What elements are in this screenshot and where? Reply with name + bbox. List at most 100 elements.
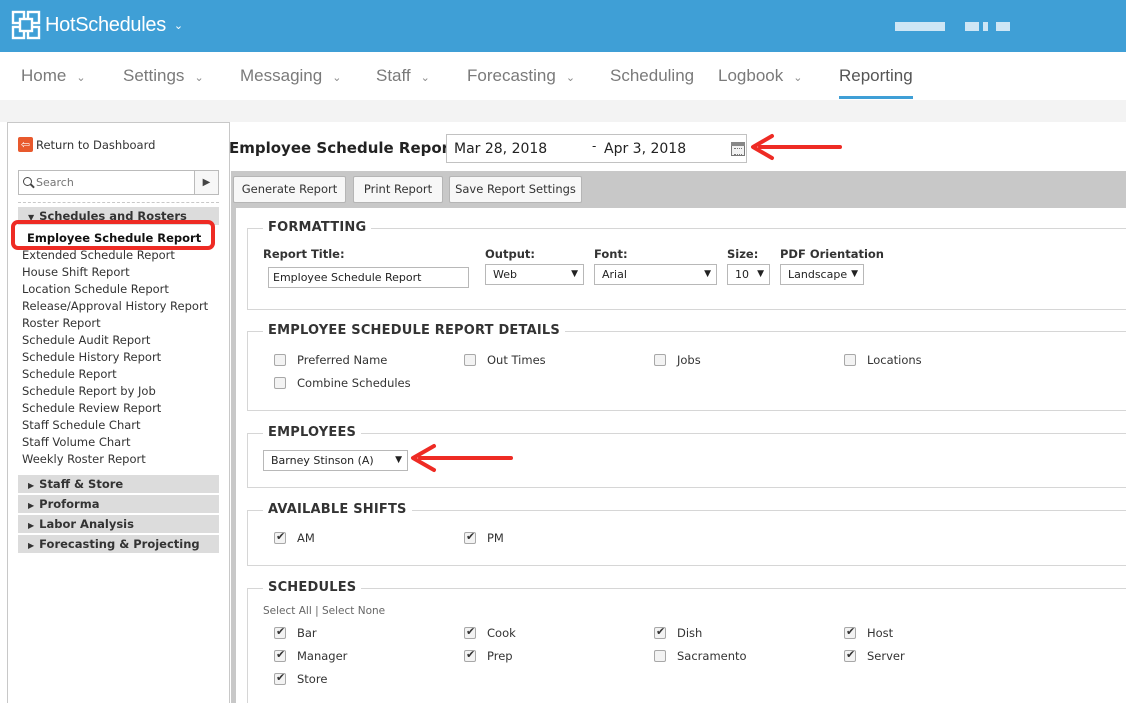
select-all-link[interactable]: Select All: [263, 605, 312, 617]
generate-report-button[interactable]: Generate Report: [233, 176, 346, 203]
nav-scheduling[interactable]: Scheduling: [610, 66, 694, 86]
out-times-label: Out Times: [487, 353, 546, 367]
sidebar-item-staff-volume-chart[interactable]: Staff Volume Chart: [22, 435, 130, 449]
calendar-icon[interactable]: [731, 142, 745, 156]
sidebar-item-employee-schedule-report[interactable]: Employee Schedule Report: [27, 231, 201, 245]
back-arrow-icon: ⇦: [18, 137, 33, 152]
divider: [18, 202, 219, 203]
sidebar-item-schedule-review-report[interactable]: Schedule Review Report: [22, 401, 161, 415]
group-forecasting-and-projecting[interactable]: ▶ Forecasting & Projecting: [18, 535, 219, 553]
sidebar-item-roster-report[interactable]: Roster Report: [22, 316, 101, 330]
nav-forecasting[interactable]: Forecasting ⌄: [467, 66, 575, 86]
group-proforma[interactable]: ▶ Proforma: [18, 495, 219, 513]
pm-shift-checkbox[interactable]: [464, 530, 476, 544]
pm-shift-label: PM: [487, 531, 504, 545]
preferred-name-checkbox[interactable]: [274, 354, 286, 366]
chevron-down-icon: ⌄: [565, 72, 576, 84]
date-range-picker[interactable]: Mar 28, 2018 - Apr 3, 2018: [446, 134, 747, 163]
font-select[interactable]: Arial ▼: [594, 264, 717, 285]
nav-logbook[interactable]: Logbook ⌄: [718, 66, 802, 86]
schedule-server-checkbox[interactable]: [844, 648, 856, 662]
schedule-cook-label: Cook: [487, 626, 516, 640]
report-title-input[interactable]: Employee Schedule Report: [268, 267, 469, 288]
caret-right-icon: ▶: [28, 541, 35, 550]
available-shifts-panel: [247, 510, 1126, 566]
out-times-checkbox[interactable]: [464, 354, 476, 366]
caret-right-icon: ▶: [28, 481, 35, 490]
schedule-dish-checkbox[interactable]: [654, 625, 666, 639]
size-select[interactable]: 10 ▼: [727, 264, 770, 285]
dropdown-arrow-icon: ▼: [571, 269, 578, 279]
sidebar-item-schedule-history-report[interactable]: Schedule History Report: [22, 350, 161, 364]
locations-checkbox[interactable]: [844, 354, 856, 366]
schedule-prep-label: Prep: [487, 649, 513, 663]
locations-label: Locations: [867, 353, 922, 367]
select-links: Select All | Select None: [263, 605, 385, 617]
end-date[interactable]: Apr 3, 2018: [604, 141, 686, 157]
logo-text: HotSchedules: [45, 13, 166, 36]
schedule-store-label: Store: [297, 672, 328, 686]
redacted-block: [965, 22, 979, 31]
print-report-button[interactable]: Print Report: [353, 176, 443, 203]
schedule-cook-checkbox[interactable]: [464, 625, 476, 639]
sidebar-item-weekly-roster-report[interactable]: Weekly Roster Report: [22, 452, 146, 466]
employee-select[interactable]: Barney Stinson (A) ▼: [263, 450, 408, 471]
user-account-menu[interactable]: [895, 22, 1014, 31]
report-sidebar: ⇦ Return to Dashboard ▶ ▼Schedules and R…: [7, 122, 230, 703]
sidebar-item-schedule-audit-report[interactable]: Schedule Audit Report: [22, 333, 150, 347]
jobs-checkbox[interactable]: [654, 354, 666, 366]
search-go-button[interactable]: ▶: [194, 171, 218, 194]
start-date[interactable]: Mar 28, 2018: [454, 141, 547, 157]
preferred-name-label: Preferred Name: [297, 353, 388, 367]
nav-settings[interactable]: Settings ⌄: [123, 66, 204, 86]
redacted-block: [996, 22, 1010, 31]
am-shift-checkbox[interactable]: [274, 530, 286, 544]
sidebar-item-location-schedule-report[interactable]: Location Schedule Report: [22, 282, 169, 296]
report-toolbar: Generate Report Print Report Save Report…: [231, 171, 1126, 208]
schedule-manager-checkbox[interactable]: [274, 648, 286, 662]
hotschedules-logo-icon: [11, 10, 41, 40]
available-shifts-title: AVAILABLE SHIFTS: [263, 502, 412, 517]
report-details-panel: [247, 331, 1126, 411]
group-labor-analysis[interactable]: ▶ Labor Analysis: [18, 515, 219, 533]
report-title-label: Report Title:: [263, 247, 345, 261]
app-logo-menu[interactable]: HotSchedules ⌄: [11, 10, 183, 40]
group-staff-and-store[interactable]: ▶ Staff & Store: [18, 475, 219, 493]
schedule-prep-checkbox[interactable]: [464, 648, 476, 662]
nav-reporting[interactable]: Reporting: [839, 66, 913, 86]
sidebar-item-release-approval-history-report[interactable]: Release/Approval History Report: [22, 299, 208, 313]
sidebar-item-schedule-report-by-job[interactable]: Schedule Report by Job: [22, 384, 156, 398]
save-report-settings-button[interactable]: Save Report Settings: [449, 176, 582, 203]
schedule-host-checkbox[interactable]: [844, 625, 856, 639]
return-to-dashboard-link[interactable]: ⇦ Return to Dashboard: [18, 137, 155, 152]
nav-home[interactable]: Home ⌄: [21, 66, 86, 86]
schedule-store-checkbox[interactable]: [274, 671, 286, 685]
sidebar-item-house-shift-report[interactable]: House Shift Report: [22, 265, 130, 279]
combine-schedules-label: Combine Schedules: [297, 376, 411, 390]
sidebar-item-schedule-report[interactable]: Schedule Report: [22, 367, 117, 381]
dropdown-arrow-icon: ▼: [757, 269, 764, 279]
sidebar-item-extended-schedule-report[interactable]: Extended Schedule Report: [22, 248, 175, 262]
return-label: Return to Dashboard: [36, 137, 156, 152]
annotation-arrow-employee: [411, 444, 513, 472]
dropdown-arrow-icon: ▼: [704, 269, 711, 279]
sidebar-search: ▶: [18, 170, 219, 195]
sidebar-item-staff-schedule-chart[interactable]: Staff Schedule Chart: [22, 418, 141, 432]
chevron-down-icon: ⌄: [76, 72, 86, 84]
search-icon: [23, 177, 32, 186]
output-select[interactable]: Web ▼: [485, 264, 584, 285]
combine-schedules-checkbox[interactable]: [274, 377, 286, 389]
dropdown-arrow-icon: ▼: [851, 269, 858, 279]
select-none-link[interactable]: Select None: [322, 605, 385, 617]
caret-right-icon: ▶: [28, 501, 35, 510]
schedule-bar-checkbox[interactable]: [274, 625, 286, 639]
nav-staff[interactable]: Staff ⌄: [376, 66, 430, 86]
top-bar: HotSchedules ⌄: [0, 0, 1126, 52]
schedules-title: SCHEDULES: [263, 580, 362, 595]
schedule-host-label: Host: [867, 626, 894, 640]
pdf-orientation-select[interactable]: Landscape ▼: [780, 264, 864, 285]
search-input[interactable]: [19, 171, 194, 194]
nav-messaging[interactable]: Messaging ⌄: [240, 66, 341, 86]
chevron-down-icon: ⌄: [420, 72, 430, 84]
schedule-sacramento-checkbox[interactable]: [654, 650, 666, 662]
